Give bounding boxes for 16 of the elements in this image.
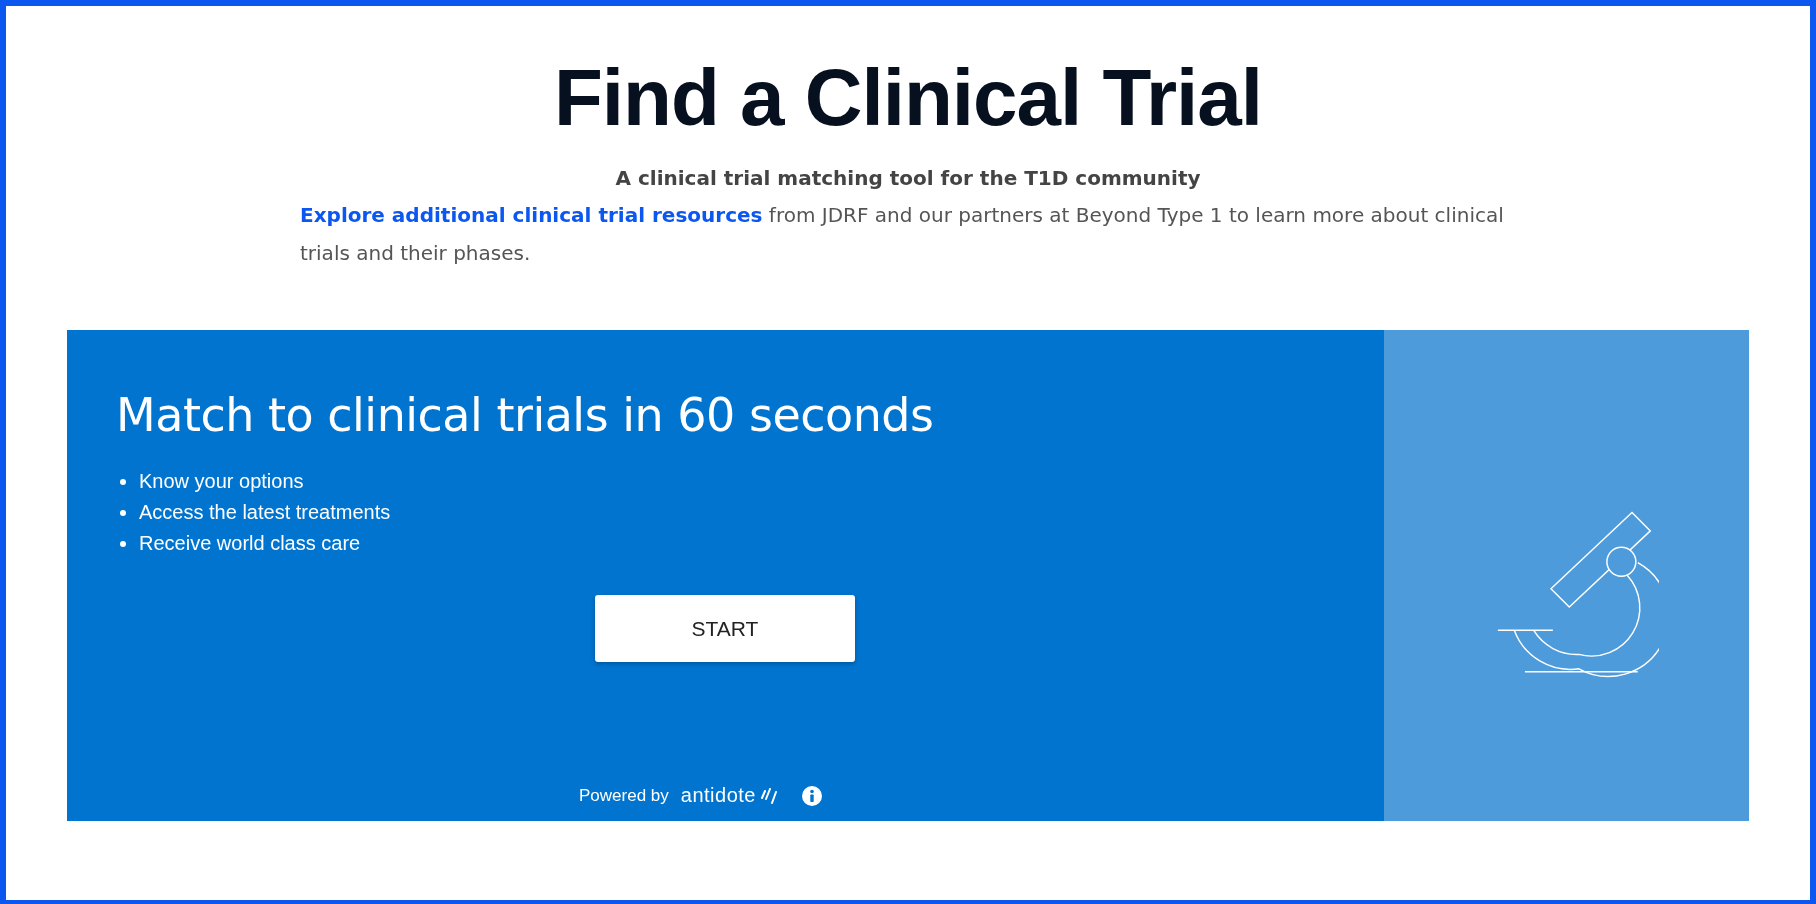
bullet-icon — [120, 509, 126, 516]
page-title: Find a Clinical Trial — [553, 54, 1263, 142]
banner-heading: Match to clinical trials in 60 seconds — [116, 388, 935, 442]
slashes-icon — [759, 787, 778, 804]
intro-paragraph: Explore additional clinical trial resources from JDRF and our partners at Beyond Type 1 to learn more about clinical trials and their phases. — [300, 202, 1505, 267]
bullet-text: Access the latest treatments — [139, 501, 391, 524]
start-button[interactable]: START — [595, 595, 855, 662]
subtitle: A clinical trial matching tool for the T1D community — [615, 166, 1201, 190]
bullet-icon — [120, 540, 126, 547]
powered-by-text: Powered by — [579, 785, 669, 806]
resources-link[interactable]: Explore additional clinical trial resources — [300, 203, 763, 227]
bullet-icon — [120, 478, 126, 485]
info-icon[interactable] — [801, 785, 822, 806]
bullet-text: Receive world class care — [139, 532, 361, 555]
brand-logo-text: antidote — [680, 784, 756, 807]
bullet-text: Know your options — [139, 470, 304, 493]
